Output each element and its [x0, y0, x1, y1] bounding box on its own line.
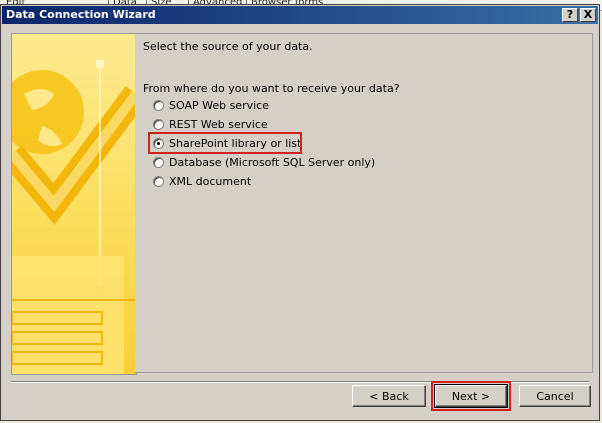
- page-heading: Select the source of your data.: [143, 40, 313, 53]
- option-soap-label[interactable]: SOAP Web service: [169, 99, 269, 112]
- option-soap[interactable]: SOAP Web service: [153, 97, 269, 113]
- option-database[interactable]: Database (Microsoft SQL Server only): [153, 154, 375, 170]
- wizard-content: Select the source of your data. From whe…: [135, 33, 593, 373]
- data-connection-wizard-dialog: Data Connection Wizard ? X Select the so…: [0, 4, 600, 421]
- window-title: Data Connection Wizard: [6, 8, 156, 21]
- option-xml-label[interactable]: XML document: [169, 175, 251, 188]
- option-database-label[interactable]: Database (Microsoft SQL Server only): [169, 156, 375, 169]
- sharepoint-highlight-box: [148, 132, 302, 154]
- radio-xml[interactable]: [153, 175, 164, 187]
- option-rest-label[interactable]: REST Web service: [169, 118, 268, 131]
- radio-rest[interactable]: [153, 118, 164, 130]
- wizard-illustration: [11, 33, 137, 375]
- next-highlight-box: [431, 381, 511, 411]
- back-button[interactable]: < Back: [352, 385, 426, 407]
- option-rest[interactable]: REST Web service: [153, 116, 268, 132]
- wizard-art-icon: [12, 34, 136, 374]
- radio-database[interactable]: [153, 156, 164, 168]
- close-button[interactable]: X: [580, 8, 596, 22]
- radio-soap[interactable]: [153, 99, 164, 111]
- source-question: From where do you want to receive your d…: [143, 82, 400, 95]
- cancel-button[interactable]: Cancel: [519, 385, 591, 407]
- help-button[interactable]: ?: [562, 8, 578, 22]
- option-xml[interactable]: XML document: [153, 173, 251, 189]
- titlebar[interactable]: Data Connection Wizard ? X: [2, 6, 598, 24]
